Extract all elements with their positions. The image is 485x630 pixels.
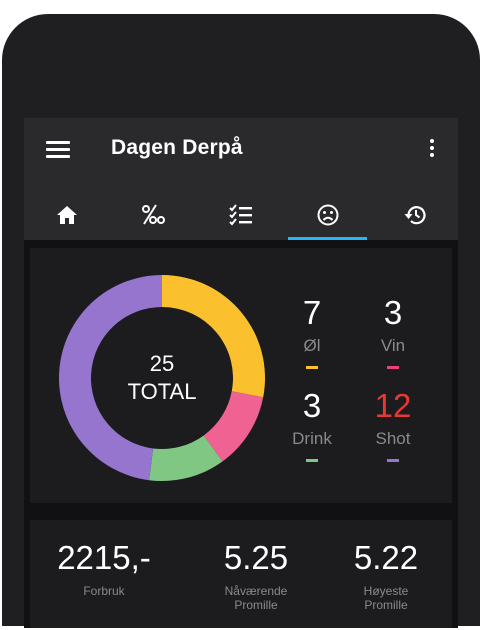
- stat-current-promille: 5.25 Nåværende Promille: [186, 538, 326, 612]
- shot-count: 12: [374, 387, 412, 424]
- forbruk-value: 2215,-: [57, 539, 151, 576]
- tab-home[interactable]: [24, 190, 111, 240]
- current-promille-label: Nåværende Promille: [224, 584, 288, 612]
- permille-icon: [142, 204, 166, 225]
- beer-label: Øl: [303, 336, 321, 355]
- phone-frame: Dagen Derpå 25 TOTAL 7 Øl 3 Vin 3 Drink …: [2, 14, 480, 628]
- max-promille-label: Høyeste Promille: [363, 584, 409, 612]
- beer-color-indicator: [306, 366, 318, 369]
- home-icon: [57, 206, 78, 224]
- shot-color-indicator: [387, 459, 399, 462]
- tab-history[interactable]: [371, 190, 458, 240]
- wine-count: 3: [383, 294, 403, 331]
- forbruk-label: Forbruk: [83, 584, 125, 598]
- stats-card: 2215,- Forbruk 5.25 Nåværende Promille 5…: [30, 520, 452, 628]
- tab-checklist[interactable]: [198, 190, 285, 240]
- stat-forbruk: 2215,- Forbruk: [34, 538, 174, 598]
- tab-bar: [24, 190, 458, 240]
- drinks-donut-chart: [58, 275, 265, 481]
- history-icon: [404, 206, 426, 225]
- drinks-summary-card: 25 TOTAL 7 Øl 3 Vin 3 Drink 12 Shot: [30, 248, 452, 503]
- stat-drink[interactable]: 3 Drink: [267, 387, 357, 462]
- app-title: Dagen Derpå: [111, 136, 243, 159]
- drink-count: 3: [302, 387, 322, 424]
- stat-max-promille: 5.22 Høyeste Promille: [316, 538, 456, 612]
- checklist-icon: [229, 204, 252, 226]
- drink-label: Drink: [292, 429, 332, 448]
- shot-label: Shot: [375, 429, 411, 448]
- drink-color-indicator: [306, 459, 318, 462]
- donut-slice-shot: [58, 275, 163, 481]
- stat-wine[interactable]: 3 Vin: [348, 294, 438, 369]
- tab-promille[interactable]: [111, 190, 198, 240]
- donut-slice--l: [162, 275, 265, 398]
- tab-hangover[interactable]: [284, 190, 371, 240]
- stat-shot[interactable]: 12 Shot: [348, 387, 438, 462]
- app-bar: Dagen Derpå: [24, 118, 458, 240]
- current-promille-value: 5.25: [223, 539, 289, 576]
- app-screen: Dagen Derpå 25 TOTAL 7 Øl 3 Vin 3 Drink …: [24, 118, 458, 628]
- wine-label: Vin: [380, 336, 406, 355]
- max-promille-value: 5.22: [353, 539, 419, 576]
- beer-count: 7: [302, 294, 322, 331]
- menu-icon[interactable]: [46, 141, 70, 159]
- sad-face-icon: [317, 204, 339, 226]
- more-options-icon[interactable]: [428, 139, 436, 161]
- wine-color-indicator: [387, 366, 399, 369]
- stat-beer[interactable]: 7 Øl: [267, 294, 357, 369]
